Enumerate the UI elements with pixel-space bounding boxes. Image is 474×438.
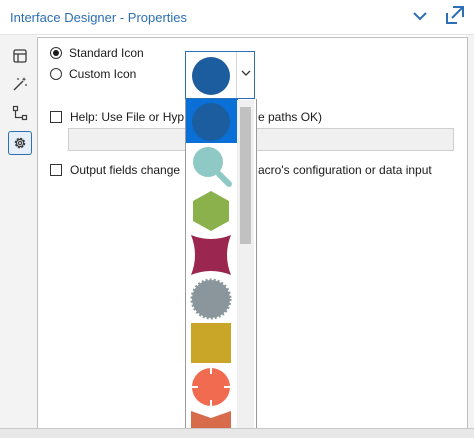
sidebar-item-actions[interactable] xyxy=(9,73,31,95)
custom-icon-option[interactable]: Custom Icon xyxy=(50,67,136,81)
combo-separator xyxy=(236,52,237,98)
help-label-tail: e paths OK) xyxy=(258,110,323,124)
title-bar: Interface Designer - Properties xyxy=(0,0,474,35)
output-fields-option[interactable]: Output fields change xyxy=(50,163,180,177)
icon-option-square[interactable] xyxy=(186,319,238,363)
magnifier-icon xyxy=(193,147,232,187)
help-checkbox[interactable] xyxy=(50,111,62,123)
help-option[interactable]: Help: Use File or Hyp xyxy=(50,110,184,124)
tree-icon xyxy=(12,105,28,121)
standard-icon-label: Standard Icon xyxy=(69,46,144,60)
output-fields-checkbox[interactable] xyxy=(50,164,62,176)
icon-option-concave-square[interactable] xyxy=(186,231,238,275)
chevron-down-icon[interactable] xyxy=(241,69,251,77)
chevron-down-icon[interactable] xyxy=(411,7,429,25)
icon-option-blue-circle[interactable] xyxy=(186,99,238,143)
layout-icon xyxy=(13,49,27,63)
icon-option-magnifier[interactable] xyxy=(186,143,238,187)
dropdown-scrollbar-thumb[interactable] xyxy=(240,107,251,244)
pop-out-icon[interactable] xyxy=(445,5,465,25)
icon-option-gear-badge[interactable] xyxy=(186,275,238,320)
gear-badge-icon xyxy=(190,278,232,320)
window-title: Interface Designer - Properties xyxy=(10,10,188,25)
magic-wand-icon xyxy=(13,77,27,91)
sidebar-item-properties[interactable] xyxy=(8,131,32,155)
help-label: Help: Use File or Hyp xyxy=(70,110,185,124)
sidebar-item-layout[interactable] xyxy=(9,45,31,67)
standard-icon-radio[interactable] xyxy=(50,47,62,59)
gear-icon xyxy=(14,137,26,149)
custom-icon-label: Custom Icon xyxy=(69,67,137,81)
output-fields-label: Output fields change xyxy=(70,163,181,177)
notched-circle-icon xyxy=(190,366,232,408)
custom-icon-radio[interactable] xyxy=(50,68,62,80)
square-icon xyxy=(191,323,231,363)
sidebar-item-tree[interactable] xyxy=(9,102,31,124)
icon-option-hexagon[interactable] xyxy=(186,187,238,231)
sidebar xyxy=(0,35,37,437)
concave-square-icon xyxy=(191,235,231,275)
blue-circle-icon xyxy=(192,57,230,95)
blue-circle-icon xyxy=(192,103,230,141)
icon-option-notched-circle[interactable] xyxy=(186,363,238,408)
help-path-input[interactable] xyxy=(68,128,454,151)
hexagon-icon xyxy=(193,191,229,231)
output-fields-label-tail: acro's configuration or data input xyxy=(258,163,432,177)
standard-icon-option[interactable]: Standard Icon xyxy=(50,46,144,60)
